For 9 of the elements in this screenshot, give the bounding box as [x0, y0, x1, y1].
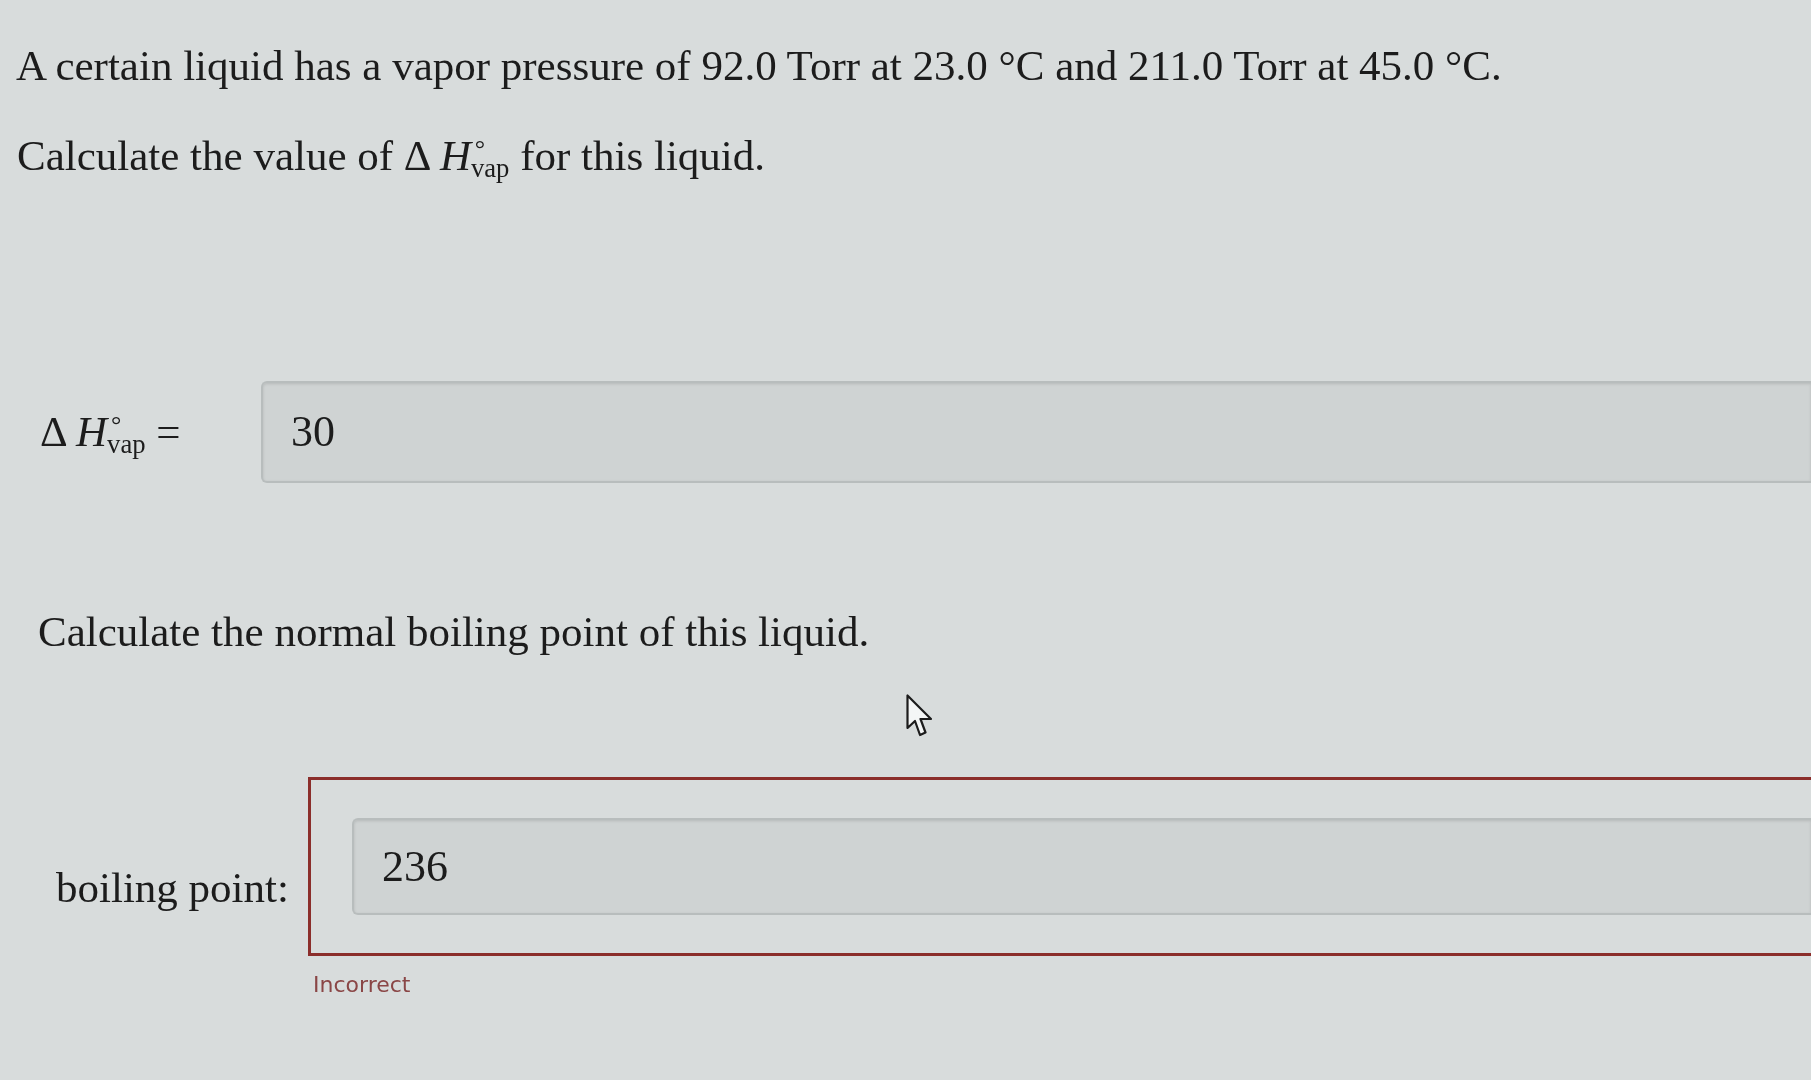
answer-field[interactable]: 30: [261, 381, 1811, 483]
equation-label: Δ H$^{°}$$_{vap}$ =: [40, 407, 182, 457]
answer-field[interactable]: 236: [352, 818, 1811, 915]
instruction-text: Calculate the normal boiling point of this liquid.: [38, 607, 871, 657]
question-text: A certain liquid has a vapor pressure of 92.0 Torr at 23.0 °C and 211.0 Torr at 45.0 °C.: [16, 41, 1502, 91]
instruction-text: Calculate the value of Δ H$^{°}$$_{vap}$ for this liquid.: [17, 131, 767, 181]
field-label: boiling point:: [56, 862, 289, 913]
feedback-text: Incorrect: [313, 971, 411, 999]
cursor-icon: [906, 694, 933, 737]
